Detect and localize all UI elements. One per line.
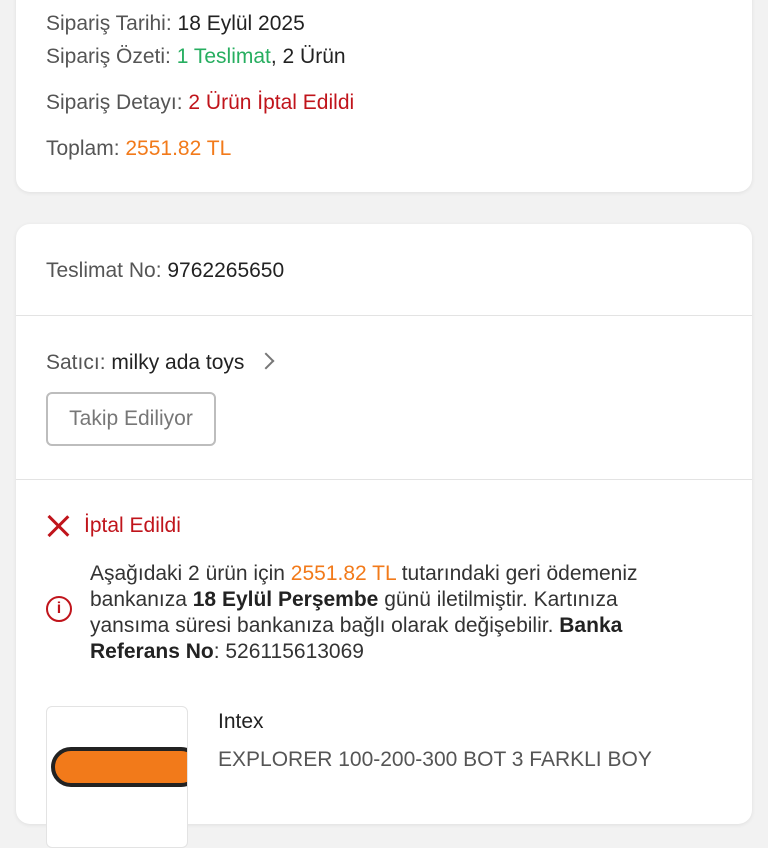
bank-ref-value: : 526115613069 [213, 640, 364, 663]
refund-amount: 2551.82 TL [290, 562, 396, 585]
product-image[interactable] [46, 706, 188, 848]
divider [16, 315, 752, 316]
order-date-label: Sipariş Tarihi: [46, 12, 172, 35]
delivery-number-value: 9762265650 [167, 259, 285, 282]
order-summary-label: Sipariş Özeti: [46, 45, 171, 68]
order-detail-label: Sipariş Detayı: [46, 91, 183, 114]
delivery-card: Teslimat No: 9762265650 Satıcı: milky ad… [16, 224, 752, 848]
order-total-row: Toplam: 2551.82 TL [46, 136, 231, 162]
order-summary-delivery: 1 Teslimat [176, 45, 271, 68]
seller-label: Satıcı: [46, 351, 106, 374]
close-icon [46, 514, 70, 538]
refund-text: Aşağıdaki 2 ürün için [90, 562, 291, 585]
order-total-label: Toplam: [46, 137, 120, 160]
seller-name: milky ada toys [111, 351, 245, 374]
order-detail-value: 2 Ürün İptal Edildi [188, 91, 355, 114]
cancel-status-text: İptal Edildi [84, 514, 181, 537]
refund-date: 18 Eylül Perşembe [192, 588, 379, 611]
order-summary-items: , 2 Ürün [270, 45, 346, 68]
delivery-number-label: Teslimat No: [46, 259, 162, 282]
seller-link[interactable]: Satıcı: milky ada toys [46, 350, 275, 376]
order-date-row: Sipariş Tarihi: 18 Eylül 2025 [46, 11, 305, 37]
info-icon: i [46, 596, 72, 622]
delivery-number-row: Teslimat No: 9762265650 [46, 258, 284, 284]
refund-message: Aşağıdaki 2 ürün için 2551.82 TL tutarın… [90, 561, 690, 665]
product-brand: Intex [218, 710, 264, 733]
order-detail-row: Sipariş Detayı: 2 Ürün İptal Edildi [46, 90, 354, 116]
order-date-value: 18 Eylül 2025 [177, 12, 305, 35]
order-total-value: 2551.82 TL [125, 137, 232, 160]
divider [16, 479, 752, 480]
boat-image [51, 747, 187, 787]
order-summary-row: Sipariş Özeti: 1 Teslimat, 2 Ürün [46, 44, 346, 70]
order-summary-card: Sipariş Tarihi: 18 Eylül 2025 Sipariş Öz… [16, 0, 752, 192]
product-name[interactable]: EXPLORER 100-200-300 BOT 3 FARKLI BOY [218, 748, 652, 772]
chevron-right-icon [257, 352, 275, 370]
cancel-status: İptal Edildi [46, 514, 181, 538]
follow-button[interactable]: Takip Ediliyor [46, 392, 216, 446]
